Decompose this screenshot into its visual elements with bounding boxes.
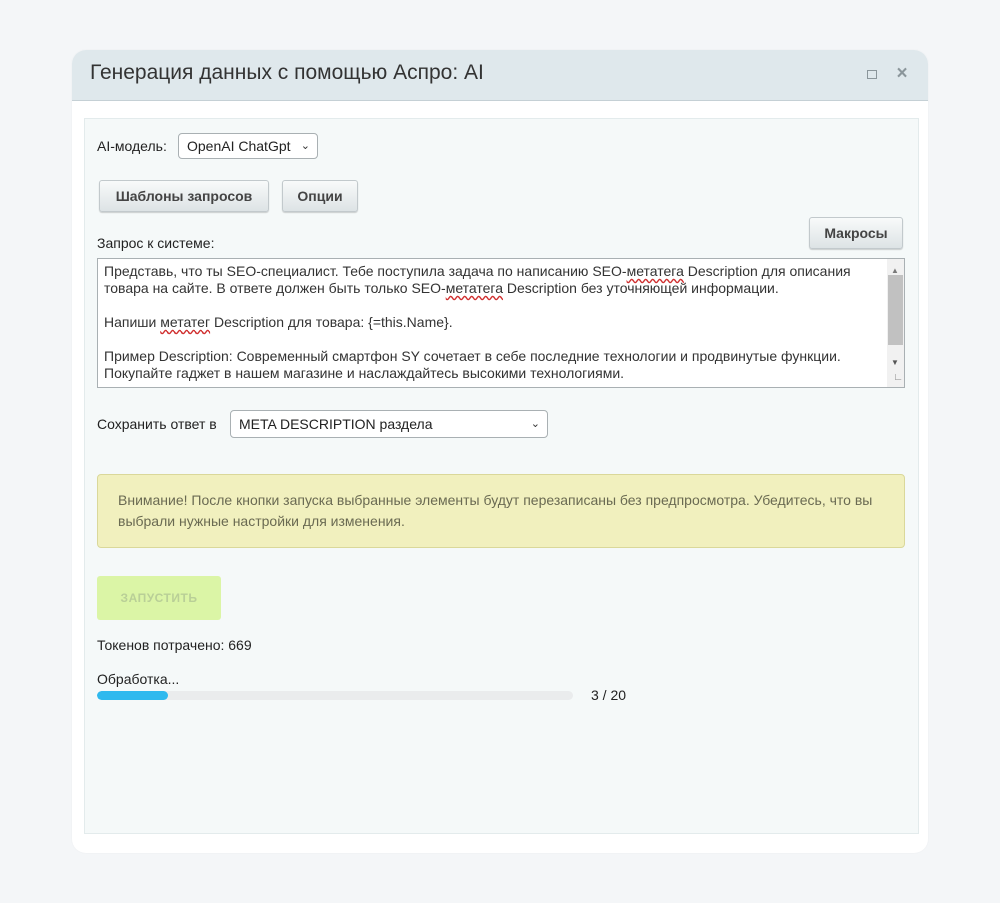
macros-button[interactable]: Макросы	[809, 217, 903, 249]
request-paragraph-2: Напиши метатег Description для товара: {…	[104, 314, 453, 330]
dialog-content: AI-модель: OpenAI ChatGpt ⌄ Шаблоны запр…	[84, 118, 919, 834]
scrollbar-thumb[interactable]	[888, 275, 903, 345]
templates-button[interactable]: Шаблоны запросов	[99, 180, 269, 212]
request-paragraph-1: Представь, что ты SEO-специалист. Тебе п…	[104, 263, 851, 296]
progress-bar-fill	[97, 691, 169, 700]
warning-text: Внимание! После кнопки запуска выбранные…	[118, 492, 873, 529]
chevron-down-icon: ⌄	[300, 140, 310, 152]
maximize-icon[interactable]	[862, 64, 882, 84]
save-label: Сохранить ответ в	[97, 416, 217, 432]
dialog-title: Генерация данных с помощью Аспро: AI	[90, 61, 484, 84]
progress-bar	[97, 691, 573, 700]
resize-handle-icon[interactable]: ∟	[893, 369, 903, 386]
request-label: Запрос к системе:	[97, 235, 215, 251]
options-button[interactable]: Опции	[282, 180, 358, 212]
run-button[interactable]: ЗАПУСТИТЬ	[97, 576, 221, 620]
save-target-value: META DESCRIPTION раздела	[239, 416, 433, 432]
request-text: Представь, что ты SEO-специалист. Тебе п…	[104, 263, 884, 382]
progress-label: Обработка...	[97, 671, 180, 687]
textarea-scrollbar[interactable]: ▲ ▼	[887, 259, 904, 387]
progress-count: 3 / 20	[591, 687, 627, 703]
dialog-window: Генерация данных с помощью Аспро: AI × A…	[72, 50, 928, 853]
warning-alert: Внимание! После кнопки запуска выбранные…	[97, 474, 905, 548]
chevron-down-icon: ⌄	[530, 418, 540, 430]
request-paragraph-3: Пример Description: Современный смартфон…	[104, 348, 841, 381]
close-icon[interactable]: ×	[892, 64, 912, 84]
tokens-spent: Токенов потрачено: 669	[97, 637, 252, 653]
model-label: AI-модель:	[97, 138, 167, 154]
dialog-titlebar[interactable]: Генерация данных с помощью Аспро: AI ×	[72, 50, 928, 101]
request-textarea[interactable]: Представь, что ты SEO-специалист. Тебе п…	[97, 258, 905, 388]
save-target-select[interactable]: META DESCRIPTION раздела ⌄	[230, 410, 548, 438]
model-select-value: OpenAI ChatGpt	[187, 138, 291, 154]
model-select[interactable]: OpenAI ChatGpt ⌄	[178, 133, 318, 159]
